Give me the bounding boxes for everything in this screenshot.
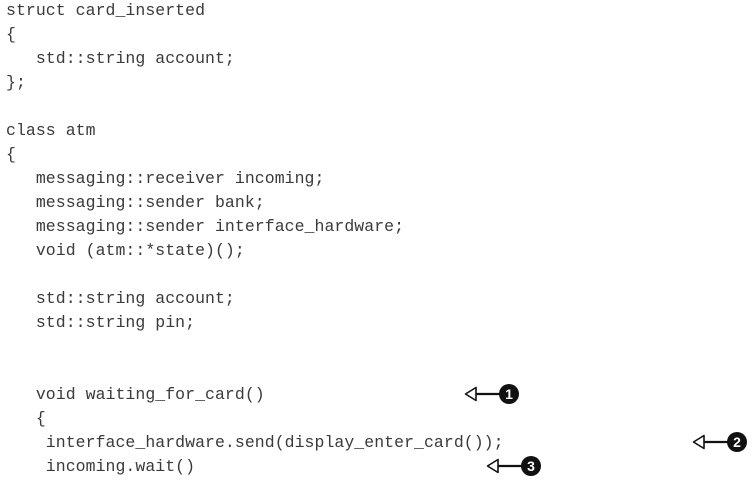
callout-number: 3 — [521, 456, 541, 476]
code-line: { — [6, 409, 46, 428]
callout-1: 1 — [464, 383, 519, 405]
callout-3: 3 — [486, 455, 541, 477]
code-line: incoming.wait() — [6, 457, 196, 476]
left-arrow-icon — [486, 458, 522, 474]
left-arrow-icon — [692, 434, 728, 450]
code-line: { — [6, 25, 16, 44]
callout-2: 2 — [692, 431, 747, 453]
code-line: messaging::sender bank; — [6, 193, 265, 212]
code-line: messaging::sender interface_hardware; — [6, 217, 405, 236]
callout-number: 2 — [727, 432, 747, 452]
code-line: { — [6, 145, 16, 164]
code-line: void (atm::*state)(); — [6, 241, 245, 260]
code-line: std::string pin; — [6, 313, 196, 332]
code-line: std::string account; — [6, 289, 235, 308]
code-line: void waiting_for_card() — [6, 385, 265, 404]
code-line: interface_hardware.send(display_enter_ca… — [6, 433, 504, 452]
code-line: }; — [6, 73, 26, 92]
callout-number: 1 — [499, 384, 519, 404]
code-line: std::string account; — [6, 49, 235, 68]
left-arrow-icon — [464, 386, 500, 402]
code-line: struct card_inserted — [6, 1, 206, 20]
code-line: class atm — [6, 121, 96, 140]
code-listing: struct card_inserted { std::string accou… — [0, 0, 755, 490]
code-line: messaging::receiver incoming; — [6, 169, 325, 188]
